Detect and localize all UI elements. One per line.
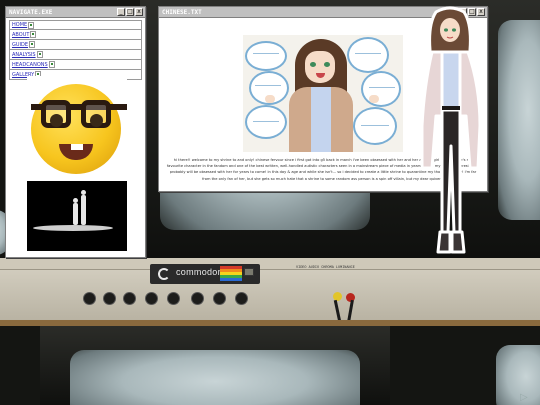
nerd-face-emoji-image [27, 76, 127, 176]
eye-pupil [90, 114, 103, 127]
window-title: NAVIGATE.EXE [9, 9, 53, 16]
notepad-bubble [245, 41, 287, 71]
girl-face [305, 51, 335, 83]
emoji-face [31, 84, 127, 174]
power-led-icon [244, 268, 254, 276]
knob-icon [236, 293, 247, 304]
nav-link-headcanons[interactable]: HEADCANONS [12, 62, 48, 68]
notepad-bubble [353, 107, 397, 145]
nav-item-guide: GUIDE [9, 40, 142, 50]
window-title: CHINESE.TXT [162, 9, 202, 16]
note-line [355, 53, 381, 54]
silhouette-head [81, 190, 86, 195]
window-controls: _ □ x [117, 8, 143, 16]
rainbow-stripes [220, 266, 242, 282]
bg-crt-screen-lower [70, 350, 360, 405]
girl-eye [324, 62, 330, 67]
notepad-bubble [361, 71, 401, 107]
play-icon[interactable]: ▷ [520, 392, 528, 403]
silhouette-figure [81, 195, 86, 225]
bg-crt-screen-right [498, 20, 540, 220]
nav-item-home: HOME [9, 20, 142, 30]
girl-hand [265, 95, 275, 103]
anime-girl-illustration [243, 35, 403, 152]
knob-icon [192, 293, 203, 304]
nav-link-guide[interactable]: GUIDE [12, 42, 28, 48]
nav-item-about: ABOUT [9, 30, 142, 40]
close-button[interactable]: x [135, 8, 143, 16]
girl-shirt [311, 87, 331, 152]
note-line [253, 121, 279, 122]
minimize-button[interactable]: _ [117, 8, 125, 16]
broken-image-icon [48, 61, 55, 68]
knob-icon [168, 293, 179, 304]
broken-image-icon [30, 31, 37, 38]
knob-icon [214, 293, 225, 304]
nav-menu: HOME ABOUT GUIDE ANALYSIS HEADCANONS GAL… [9, 20, 142, 80]
anime-character-sprite [420, 6, 482, 254]
character-belt [442, 106, 460, 110]
commodore-logo-icon [158, 268, 170, 280]
silhouette-ground [33, 225, 113, 231]
silhouette-head [73, 198, 78, 203]
nav-link-analysis[interactable]: ANALYSIS [12, 52, 36, 58]
silhouette-figure [73, 203, 78, 225]
commodore-brand-text: commodore [176, 267, 227, 277]
maximize-button[interactable]: □ [126, 8, 134, 16]
console-label-plate: VIDEO AUDIO CHROMA LUMINANCE [296, 266, 355, 270]
broken-image-icon [28, 21, 35, 29]
girl-eye [310, 62, 316, 67]
nav-link-home[interactable]: HOME [12, 22, 27, 28]
knob-icon [104, 293, 115, 304]
broken-image-icon [29, 41, 36, 48]
nav-link-about[interactable]: ABOUT [12, 32, 29, 38]
broken-image-icon [36, 51, 43, 58]
glasses-lens-left [41, 100, 71, 128]
bg-crt-screen-lower-right [496, 345, 540, 405]
nav-item-headcanons: HEADCANONS [9, 60, 142, 70]
note-line [369, 87, 395, 88]
notepad-bubble [245, 105, 287, 139]
nav-item-analysis: ANALYSIS [9, 50, 142, 60]
note-line [361, 125, 389, 126]
knob-icon [146, 293, 157, 304]
emoji-teeth [71, 144, 83, 150]
knob-icon [124, 293, 135, 304]
eye-pupil [50, 114, 63, 127]
character-eye [444, 28, 448, 32]
notepad-bubble [347, 37, 389, 73]
note-line [253, 53, 279, 54]
girl-hand [369, 95, 379, 103]
silhouette-couple-image [27, 181, 127, 251]
navigate-titlebar[interactable]: NAVIGATE.EXE _ □ x [6, 7, 145, 18]
knob-icon [84, 293, 95, 304]
glasses-lens-right [81, 100, 111, 128]
note-line [255, 85, 281, 86]
character-eye [452, 28, 456, 32]
